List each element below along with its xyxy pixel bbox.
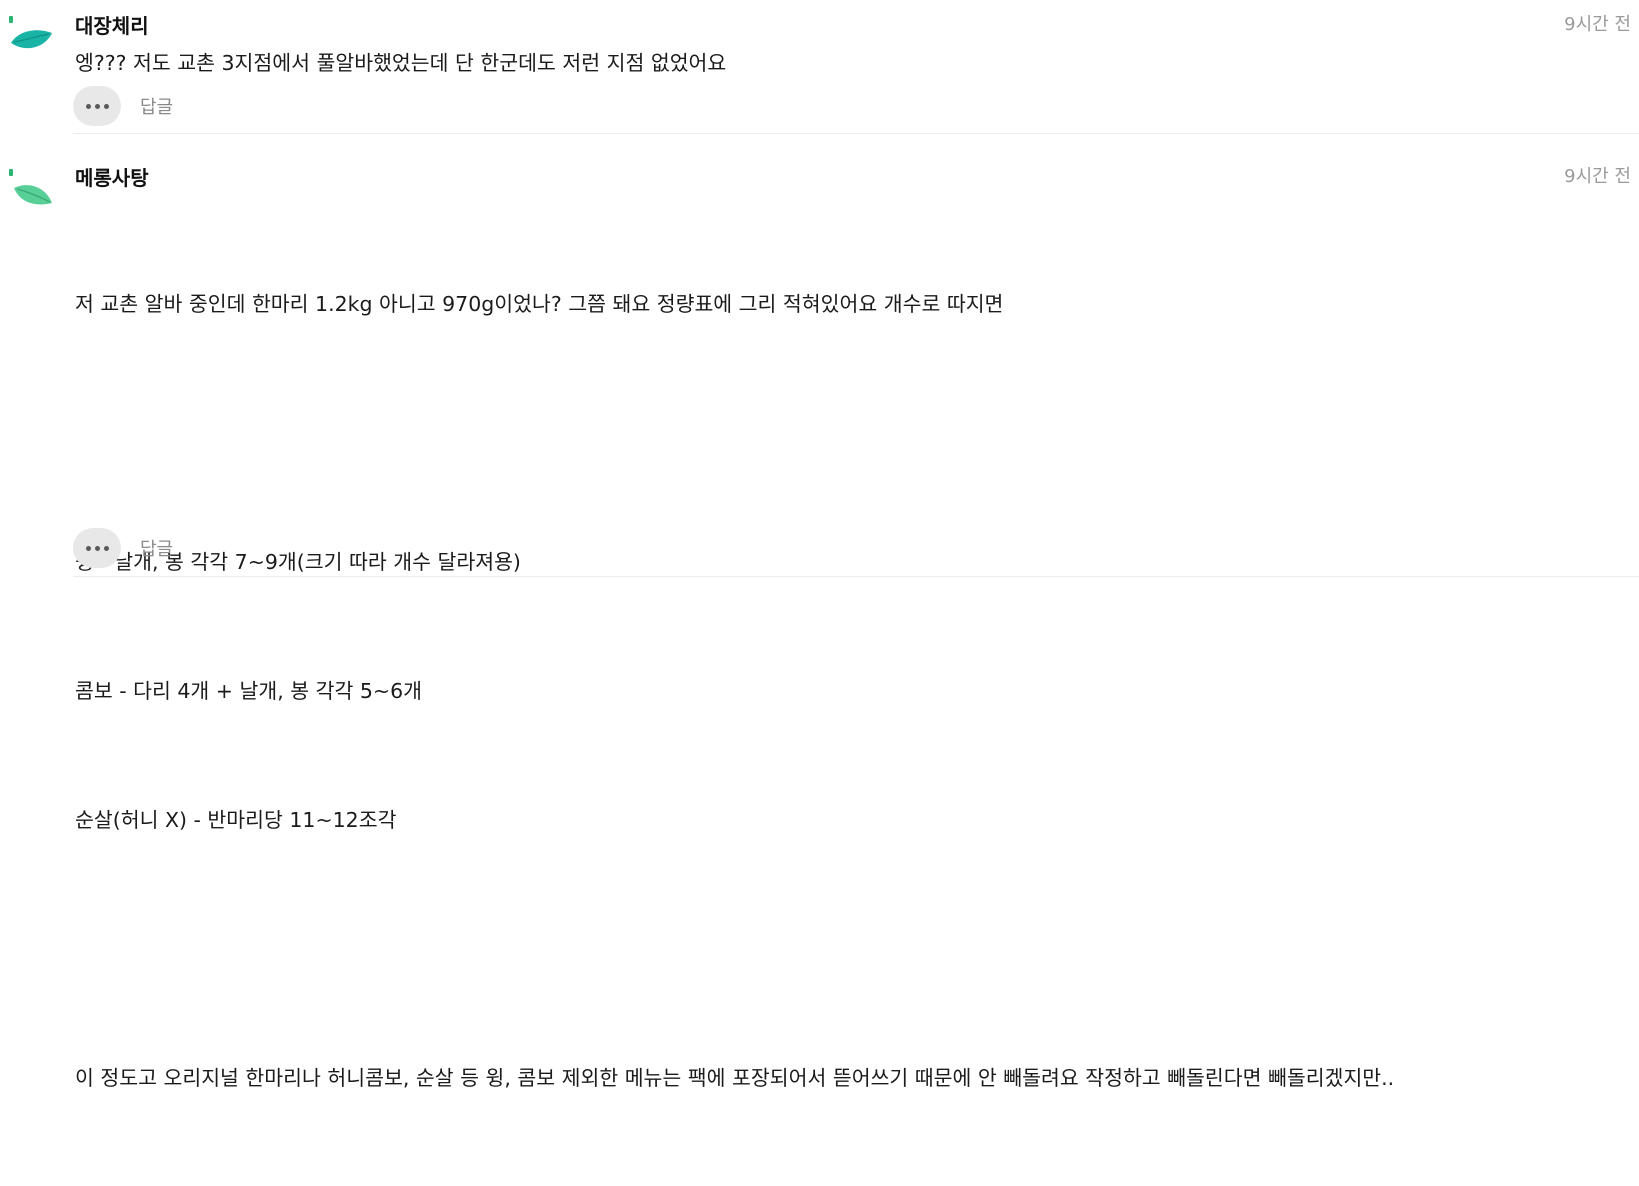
- leaf-avatar-icon: [9, 169, 52, 205]
- comment-line: 순살(허니 X) - 반마리당 11~12조각: [75, 808, 397, 832]
- comment-actions: 답글: [73, 86, 173, 126]
- more-horizontal-icon: [85, 545, 91, 551]
- more-horizontal-icon: [94, 545, 100, 551]
- reply-button[interactable]: 답글: [140, 535, 173, 561]
- comment-divider: [73, 133, 1639, 134]
- more-horizontal-icon: [103, 103, 109, 109]
- more-horizontal-icon: [85, 103, 91, 109]
- comment-line: 윙 - 날개, 봉 각각 7~9개(크기 따라 개수 달라져용): [75, 550, 521, 574]
- comment-line: 이 정도고 오리지널 한마리나 허니콤보, 순살 등 윙, 콤보 제외한 메뉴는…: [75, 1066, 1395, 1090]
- comment-text: 엥??? 저도 교촌 3지점에서 풀알바했었는데 단 한군데도 저런 지점 없었…: [75, 51, 727, 75]
- leaf-avatar-icon: [9, 16, 52, 49]
- avatar[interactable]: [6, 167, 56, 213]
- comment-line: [75, 412, 1635, 455]
- comment-actions: 답글: [73, 528, 173, 568]
- avatar[interactable]: [6, 14, 56, 60]
- comment-time: 9시간 전: [1564, 14, 1631, 35]
- comment-text: 저 교촌 알바 중인데 한마리 1.2kg 아니고 970g이었나? 그쯤 돼요…: [75, 197, 1635, 1186]
- comment-divider: [73, 576, 1639, 577]
- comment-line: 저 교촌 알바 중인데 한마리 1.2kg 아니고 970g이었나? 그쯤 돼요…: [75, 292, 1004, 316]
- comment-line: 콤보 - 다리 4개 + 날개, 봉 각각 5~6개: [75, 679, 422, 703]
- more-options-button[interactable]: [73, 528, 121, 568]
- more-horizontal-icon: [103, 545, 109, 551]
- more-options-button[interactable]: [73, 86, 121, 126]
- comment-author[interactable]: 대장체리: [75, 12, 149, 40]
- reply-button[interactable]: 답글: [140, 93, 173, 119]
- comment-time: 9시간 전: [1564, 166, 1631, 187]
- comment-author[interactable]: 메롱사탕: [75, 164, 149, 192]
- more-horizontal-icon: [94, 103, 100, 109]
- comment-line: [75, 928, 1635, 971]
